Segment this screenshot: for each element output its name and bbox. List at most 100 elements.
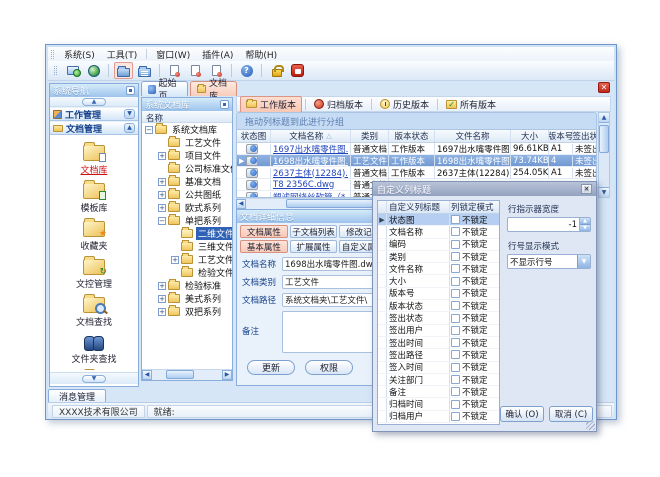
lock-checkbox[interactable] — [451, 400, 460, 409]
menu-help[interactable]: 帮助(H) — [239, 47, 283, 62]
tree-node[interactable]: +美式系列 — [142, 292, 232, 305]
tree-node-selected[interactable]: 二维文件 — [142, 227, 232, 240]
lock-checkbox[interactable] — [451, 301, 460, 310]
scrollbar-thumb[interactable] — [166, 370, 194, 379]
grid-vertical-scrollbar[interactable]: ▲ ▼ — [598, 112, 610, 198]
menu-window[interactable]: 窗口(W) — [150, 47, 196, 62]
row-indicator-width-spinner[interactable]: -1▲▼ — [507, 217, 591, 232]
dialog-row[interactable]: 签出时间不锁定 — [378, 337, 499, 349]
dialog-row[interactable]: 归档时间不锁定 — [378, 398, 499, 410]
sidebar-item-template-library[interactable]: 模板库 — [50, 183, 138, 214]
sidebar-item-folder-search[interactable]: 文件夹查找 — [50, 335, 138, 365]
tree-node[interactable]: 公司标准文件 — [142, 162, 232, 175]
tree-node[interactable]: −单把系列 — [142, 214, 232, 227]
column-header-doc-name[interactable]: 文档名称△ — [271, 130, 351, 142]
update-button[interactable]: 更新 — [247, 360, 295, 375]
dialog-row[interactable]: 签出用户不锁定 — [378, 325, 499, 337]
doc-link[interactable]: 1698出水嘴零件图.dwg — [273, 155, 348, 167]
plus-box-icon[interactable]: + — [158, 178, 166, 186]
menu-plugins[interactable]: 插件(A) — [196, 47, 239, 62]
dialog-row[interactable]: 签入时间不锁定 — [378, 362, 499, 374]
remark-field[interactable] — [282, 311, 385, 353]
dialog-row[interactable]: 备注不锁定 — [378, 386, 499, 398]
lock-checkbox[interactable] — [451, 326, 460, 335]
tab-extended-properties[interactable]: 扩展属性 — [290, 240, 338, 253]
dialog-row[interactable]: 关注部门不锁定 — [378, 374, 499, 386]
pin-icon[interactable] — [220, 100, 229, 109]
confirm-button[interactable]: 确认 (O) — [500, 406, 544, 422]
scroll-up-icon[interactable]: ▲ — [599, 113, 609, 123]
toolbar-grip-icon[interactable] — [54, 66, 57, 75]
doc-link[interactable]: 2637主体(12284).dwg — [273, 167, 348, 179]
dialog-row[interactable]: 归档用户不锁定 — [378, 411, 499, 423]
lock-checkbox[interactable] — [451, 314, 460, 323]
version-tab-work[interactable]: 工作版本 — [240, 96, 302, 113]
tree-node[interactable]: +双把系列 — [142, 305, 232, 318]
tree-node[interactable]: −系统文档库 — [142, 123, 232, 136]
dialog-row-selected[interactable]: ▶状态图不锁定 — [378, 214, 499, 226]
doc-category-field[interactable]: 工艺文件 — [282, 275, 385, 289]
open-library-button[interactable] — [114, 62, 133, 79]
sidebar-item-doc-control[interactable]: ↻文控管理 — [50, 259, 138, 290]
dialog-row[interactable]: 版本号不锁定 — [378, 288, 499, 300]
plus-box-icon[interactable]: + — [158, 282, 166, 290]
resize-grip[interactable] — [586, 421, 595, 430]
doc-action-button-2[interactable] — [186, 62, 205, 79]
chevron-up-icon[interactable]: ▲ — [82, 98, 106, 106]
table-row[interactable]: 2637主体(12284).dwg普通文档工作版本2637主体(12284).d… — [237, 167, 596, 179]
scroll-down-icon[interactable]: ▼ — [599, 187, 609, 197]
message-manager-tab[interactable]: 消息管理 — [48, 389, 106, 402]
tree-node[interactable]: +公共图纸 — [142, 188, 232, 201]
nav-group-doc[interactable]: 文档管理▲ — [50, 121, 138, 135]
lock-checkbox[interactable] — [451, 215, 460, 224]
table-row[interactable]: 1697出水嘴零件图.dwg普通文档工作版本1697出水嘴零件图.dwg96.6… — [237, 143, 596, 155]
nav-group-work[interactable]: 工作管理▼ — [50, 107, 138, 121]
lock-checkbox[interactable] — [451, 363, 460, 372]
dialog-title-bar[interactable]: 自定义列标题✕ — [373, 182, 596, 196]
column-header-version-status[interactable]: 版本状态 — [389, 130, 435, 142]
dialog-row[interactable]: 版本状态不锁定 — [378, 300, 499, 312]
sidebar-item-favorites[interactable]: ★收藏夹 — [50, 221, 138, 252]
tree-column-header[interactable]: 名称 — [142, 111, 232, 123]
lock-checkbox[interactable] — [451, 375, 460, 384]
column-header-version[interactable]: 版本号 — [549, 130, 573, 142]
lock-checkbox[interactable] — [451, 227, 460, 236]
tree-node[interactable]: +检验标准 — [142, 279, 232, 292]
lock-checkbox[interactable] — [451, 387, 460, 396]
column-header-status[interactable]: 状态图 — [237, 130, 271, 142]
spinner-value[interactable]: -1 — [508, 218, 579, 231]
connect-button[interactable] — [63, 62, 82, 79]
dialog-row[interactable]: 大小不锁定 — [378, 275, 499, 287]
minus-box-icon[interactable]: − — [145, 126, 153, 134]
lock-checkbox[interactable] — [451, 252, 460, 261]
lock-checkbox[interactable] — [451, 277, 460, 286]
lock-checkbox[interactable] — [451, 264, 460, 273]
lock-checkbox[interactable] — [451, 240, 460, 249]
sidebar-item-doc-search[interactable]: 文档查找 — [50, 297, 138, 328]
plus-box-icon[interactable]: + — [171, 256, 179, 264]
scrollbar-track[interactable] — [152, 370, 222, 380]
plus-box-icon[interactable]: + — [158, 191, 166, 199]
tree-node[interactable]: 三维文件 — [142, 240, 232, 253]
lock-checkbox[interactable] — [451, 412, 460, 421]
column-header-category[interactable]: 类别 — [351, 130, 389, 142]
dialog-row[interactable]: 编码不锁定 — [378, 239, 499, 251]
dialog-row[interactable]: 签出状态不锁定 — [378, 312, 499, 324]
chevron-down-icon[interactable]: ▼ — [124, 109, 135, 119]
version-tab-history[interactable]: 历史版本 — [375, 97, 434, 112]
doc-path-field[interactable]: 系统文档夹\工艺文件\ — [282, 293, 385, 307]
tab-doc-properties[interactable]: 文档属性 — [240, 225, 288, 238]
tree-node[interactable]: 工艺文件 — [142, 136, 232, 149]
tree-node[interactable]: +欧式系列 — [142, 201, 232, 214]
lock-checkbox[interactable] — [451, 350, 460, 359]
menu-grip-icon[interactable] — [51, 50, 54, 59]
lock-button[interactable] — [267, 62, 286, 79]
tab-basic-properties[interactable]: 基本属性 — [240, 240, 288, 253]
tree-node[interactable]: 检验文件 — [142, 266, 232, 279]
doc-name-field[interactable]: 1698出水嘴零件图.dwg — [282, 257, 385, 271]
dialog-row[interactable]: 类别不锁定 — [378, 251, 499, 263]
chevron-up-icon[interactable]: ▲ — [124, 123, 135, 133]
scrollbar-track[interactable] — [599, 123, 609, 187]
tree-node[interactable]: +项目文件 — [142, 149, 232, 162]
lock-checkbox[interactable] — [451, 338, 460, 347]
